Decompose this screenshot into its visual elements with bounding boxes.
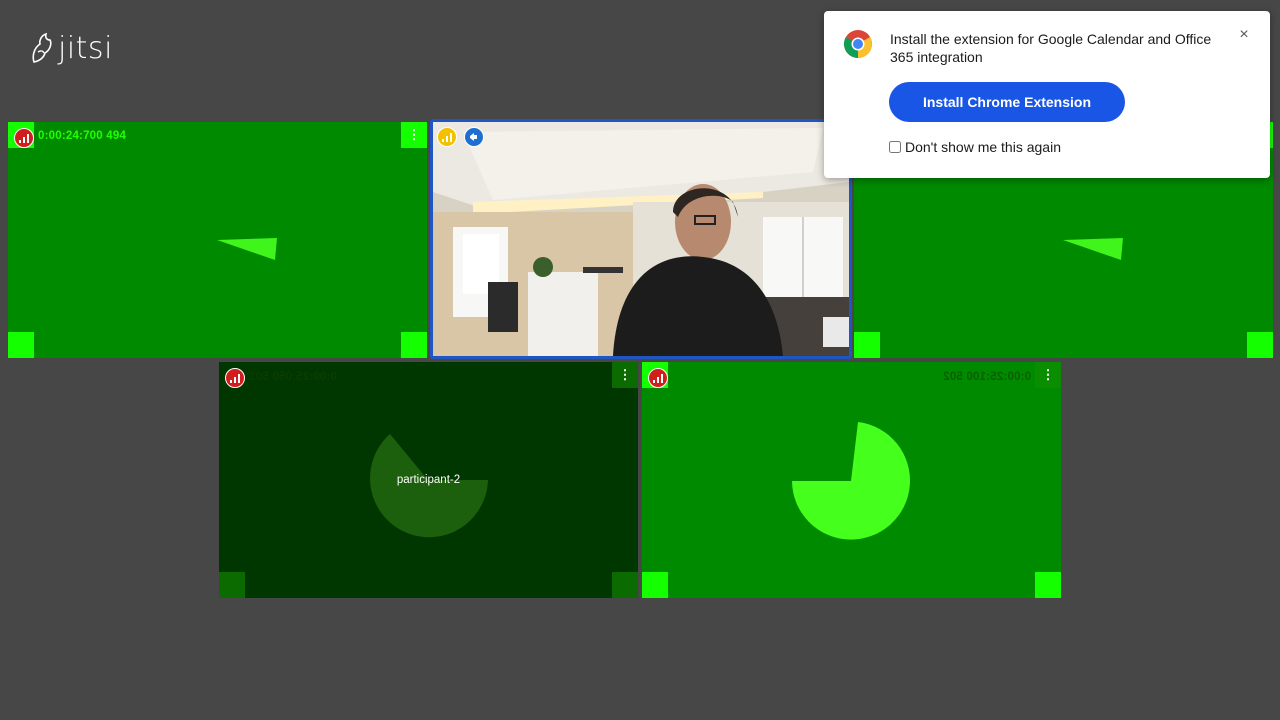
more-options-button[interactable]: ⋮ bbox=[612, 362, 638, 388]
connection-indicator[interactable] bbox=[225, 368, 245, 388]
dont-show-again-checkbox[interactable] bbox=[889, 141, 901, 153]
corner-marker bbox=[642, 572, 668, 598]
video-tile-4[interactable]: ⋮ 0:00:25:050 501 participant-2 bbox=[219, 362, 638, 598]
timer-overlay: 0:00:25:100 502 bbox=[942, 371, 1031, 383]
corner-marker bbox=[612, 572, 638, 598]
connection-indicator[interactable] bbox=[14, 128, 34, 148]
corner-marker bbox=[219, 572, 245, 598]
webcam-video bbox=[433, 122, 849, 356]
corner-marker bbox=[401, 332, 427, 358]
more-vertical-icon: ⋮ bbox=[618, 367, 632, 382]
close-icon[interactable]: × bbox=[1236, 27, 1252, 43]
dont-show-again-option[interactable]: Don't show me this again bbox=[889, 139, 1061, 155]
connection-bars-icon bbox=[653, 373, 663, 383]
chrome-logo-icon bbox=[844, 30, 872, 58]
megaphone-icon bbox=[470, 133, 477, 141]
chrome-extension-popup: Install the extension for Google Calenda… bbox=[824, 11, 1270, 178]
dominant-speaker-indicator bbox=[464, 127, 484, 147]
jitsi-logo[interactable]: jitsi bbox=[30, 28, 113, 68]
popup-message: Install the extension for Google Calenda… bbox=[890, 31, 1212, 65]
dont-show-again-label: Don't show me this again bbox=[905, 139, 1061, 155]
connection-bars-icon bbox=[230, 373, 240, 383]
more-options-button[interactable]: ⋮ bbox=[1035, 362, 1061, 388]
corner-marker bbox=[8, 332, 34, 358]
participant-name-label: participant-2 bbox=[396, 474, 461, 486]
corner-marker bbox=[1247, 332, 1273, 358]
test-pattern-pie bbox=[792, 422, 910, 540]
more-options-button[interactable]: ⋮ bbox=[401, 122, 427, 148]
connection-indicator[interactable] bbox=[648, 368, 668, 388]
video-tile-camera[interactable] bbox=[430, 119, 852, 359]
connection-bars-icon bbox=[19, 133, 29, 143]
install-chrome-extension-button[interactable]: Install Chrome Extension bbox=[889, 82, 1125, 122]
test-pattern-wedge bbox=[1063, 238, 1123, 260]
video-tile-1[interactable]: ⋮ 0:00:24:700 494 bbox=[8, 122, 427, 358]
test-pattern-wedge bbox=[217, 238, 277, 260]
more-vertical-icon: ⋮ bbox=[407, 127, 421, 142]
connection-indicator[interactable] bbox=[437, 127, 457, 147]
corner-marker bbox=[1035, 572, 1061, 598]
test-pattern-pie bbox=[370, 434, 488, 538]
more-vertical-icon: ⋮ bbox=[1041, 367, 1055, 382]
timer-overlay: 0:00:24:700 494 bbox=[38, 130, 127, 142]
logo-text: jitsi bbox=[58, 30, 113, 66]
corner-marker bbox=[854, 332, 880, 358]
jitsi-bird-logo-icon bbox=[32, 32, 52, 63]
connection-bars-icon bbox=[442, 132, 452, 142]
timer-overlay: 0:00:25:050 501 bbox=[249, 371, 338, 383]
video-tile-5[interactable]: ⋮ 0:00:25:100 502 bbox=[642, 362, 1061, 598]
